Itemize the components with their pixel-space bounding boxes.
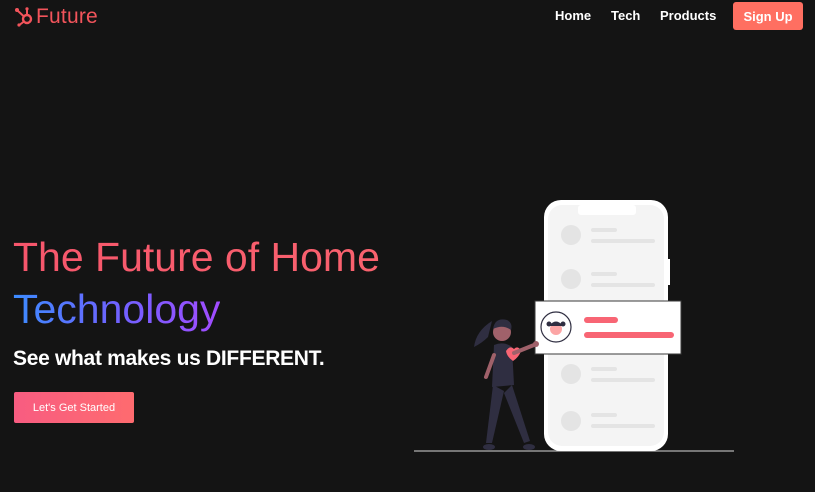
nav-link-home[interactable]: Home: [555, 8, 591, 23]
hub-icon: [15, 7, 33, 27]
nav-link-tech[interactable]: Tech: [611, 8, 640, 23]
nav-link-products[interactable]: Products: [660, 8, 716, 23]
landing-page: Future Home Tech Products Sign Up The Fu…: [0, 0, 815, 492]
hero-subheadline: See what makes us DIFFERENT.: [13, 347, 325, 370]
woman-figure: [474, 319, 539, 450]
signup-button[interactable]: Sign Up: [733, 2, 803, 30]
brand-logo[interactable]: Future: [14, 4, 98, 30]
hero-headline-line2: Technology: [13, 286, 221, 332]
brand-name: Future: [36, 5, 98, 28]
get-started-button[interactable]: Let's Get Started: [14, 392, 134, 423]
highlight-card: [534, 300, 682, 355]
woman-with-phone-illustration: [414, 200, 734, 452]
hero-headline-line1: The Future of Home: [13, 234, 380, 280]
